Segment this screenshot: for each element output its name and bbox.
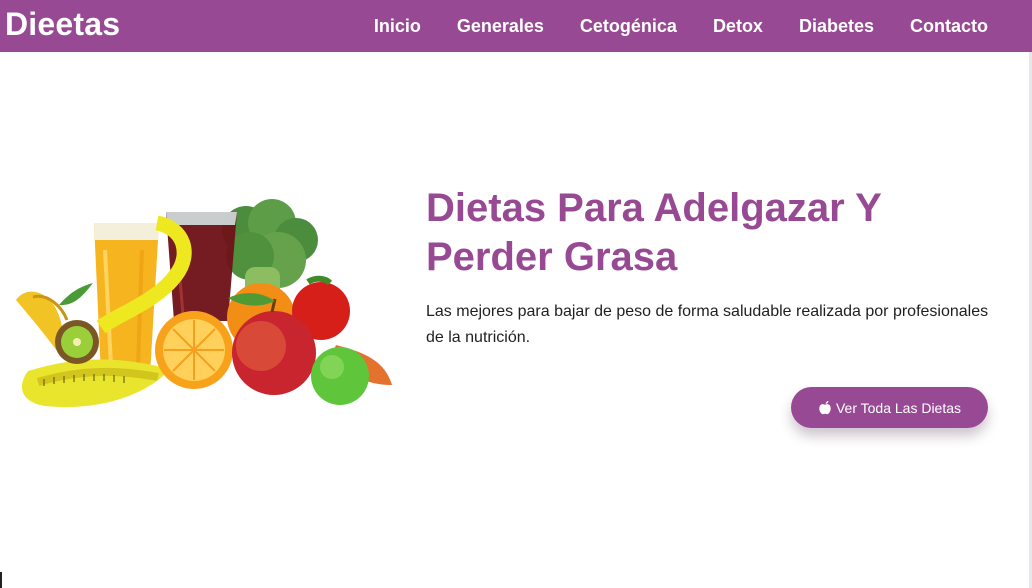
brand-logo-link[interactable]: Dieetas — [5, 4, 120, 44]
banana-kiwi-illustration — [16, 283, 99, 364]
apple-icon — [818, 400, 832, 415]
hero-title: Dietas Para Adelgazar Y Perder Grasa — [426, 186, 882, 279]
nav-link-generales[interactable]: Generales — [457, 15, 544, 37]
nav-link-diabetes[interactable]: Diabetes — [799, 15, 874, 37]
nav-link-detox[interactable]: Detox — [713, 15, 763, 37]
nav-link-contacto[interactable]: Contacto — [910, 15, 988, 37]
hero-fruit-juice-image — [16, 199, 392, 408]
nav-link-cetogenica[interactable]: Cetogénica — [580, 15, 677, 37]
apple-tomato-lime-illustration — [228, 275, 392, 405]
page-corner-mark — [0, 572, 2, 588]
main-nav: Inicio Generales Cetogénica Detox Diabet… — [338, 0, 988, 52]
hero-description: Las mejores para bajar de peso de forma … — [426, 303, 989, 346]
view-all-diets-label: Ver Toda Las Dietas — [835, 399, 962, 416]
top-navbar: Dieetas Inicio Generales Cetogénica Deto… — [0, 0, 1032, 52]
view-all-diets-button[interactable]: Ver Toda Las Dietas — [791, 387, 988, 428]
nav-link-inicio[interactable]: Inicio — [374, 15, 421, 37]
